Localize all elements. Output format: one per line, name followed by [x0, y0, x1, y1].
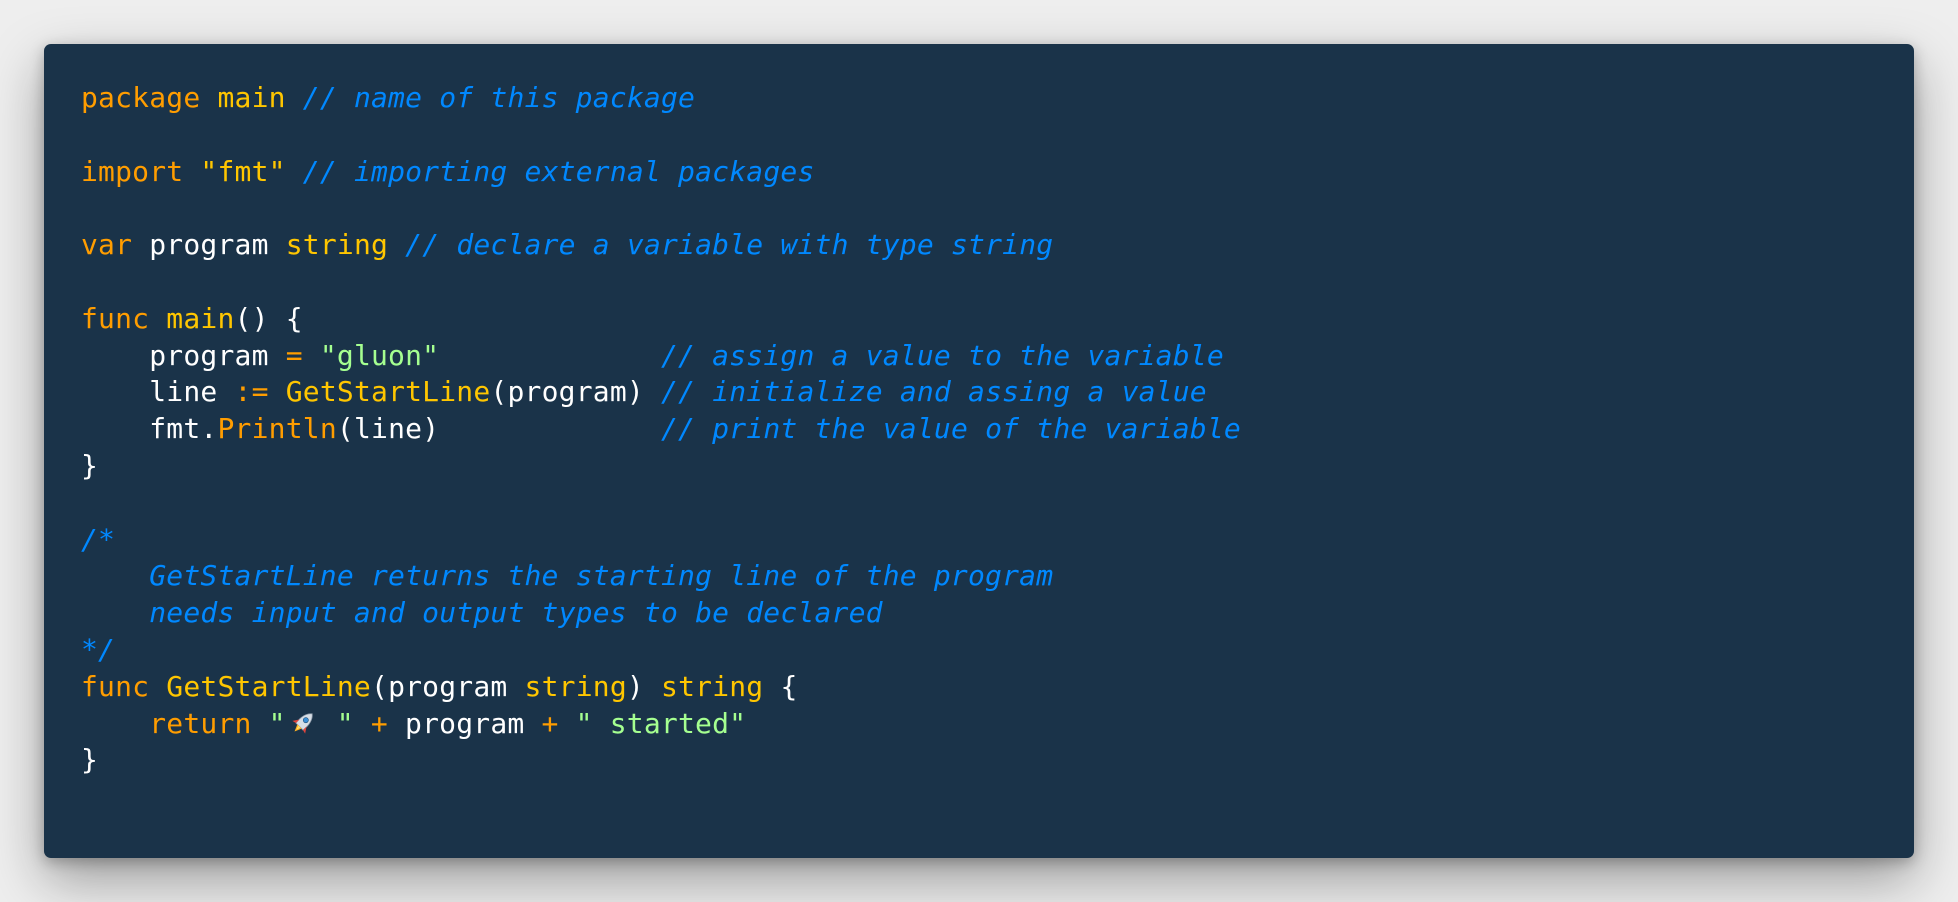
- comment-init: // initialize and assing a value: [661, 375, 1207, 409]
- operator-assign: =: [285, 338, 303, 372]
- code-line-8: program = "gluon" // assign a value to t…: [81, 338, 1241, 375]
- keyword-func: func: [81, 301, 150, 335]
- code-window: package main // name of this package impo…: [44, 44, 1914, 858]
- operator-short-assign: :=: [234, 375, 269, 409]
- paren-open: (: [371, 669, 389, 703]
- string-started: " started": [575, 706, 747, 740]
- param-type-string: string: [524, 669, 627, 703]
- brace-open: {: [780, 669, 798, 703]
- code-line-10: fmt.Println(line) // print the value of …: [81, 411, 1241, 448]
- comment-import: // importing external packages: [302, 154, 815, 188]
- code-line-19: }: [81, 742, 1241, 779]
- paren-open: (: [336, 412, 354, 446]
- block-comment-open: /*: [81, 522, 116, 556]
- paren-close: ): [626, 669, 644, 703]
- function-main: main: [166, 301, 235, 335]
- variable-line: line: [149, 375, 218, 409]
- package-name: main: [217, 81, 286, 114]
- argument-program: program: [507, 375, 627, 409]
- comment-package: // name of this package: [302, 81, 696, 114]
- code-line-9: line := GetStartLine(program) // initial…: [81, 374, 1241, 411]
- operator-plus: +: [370, 706, 388, 740]
- code-line-15: needs input and output types to be decla…: [81, 595, 1241, 632]
- comment-assign: // assign a value to the variable: [660, 338, 1224, 372]
- variable-program: program: [405, 706, 525, 740]
- comment-var: // declare a variable with type string: [405, 228, 1054, 262]
- paren-close: ): [422, 412, 440, 446]
- string-rocket-open-quote: ": [268, 706, 286, 740]
- variable-program: program: [149, 338, 269, 372]
- paren-close: ): [626, 375, 644, 409]
- argument-line: line: [353, 412, 423, 446]
- block-comment-line-2: needs input and output types to be decla…: [149, 596, 883, 630]
- keyword-func: func: [81, 669, 150, 703]
- paren-open: (: [490, 375, 508, 409]
- type-string: string: [285, 228, 389, 262]
- code-line-13: /*: [81, 522, 1241, 559]
- code-line-18: return " " + program + " started": [81, 706, 1241, 743]
- code-line-16: */: [81, 632, 1241, 669]
- dot: .: [200, 412, 218, 446]
- code-line-5: var program string // declare a variable…: [81, 227, 1241, 264]
- code-line-14: GetStartLine returns the starting line o…: [81, 558, 1241, 595]
- variable-program: program: [149, 228, 269, 262]
- keyword-import: import: [81, 154, 184, 188]
- import-path-string: "fmt": [200, 154, 286, 188]
- brace-close: }: [81, 743, 99, 777]
- main-parens-brace: () {: [234, 301, 303, 335]
- comment-print: // print the value of the variable: [661, 412, 1241, 446]
- call-println: Println: [217, 412, 337, 446]
- brace-close: }: [81, 448, 99, 482]
- code-block: package main // name of this package impo…: [81, 80, 1241, 779]
- code-line-3: import "fmt" // importing external packa…: [81, 154, 1241, 191]
- rocket-emoji-icon: [292, 712, 313, 734]
- string-gluon: "gluon": [319, 338, 440, 372]
- code-line-17: func GetStartLine(program string) string…: [81, 669, 1241, 706]
- keyword-return: return: [149, 706, 252, 740]
- keyword-package: package: [81, 81, 201, 114]
- block-comment-line-1: GetStartLine returns the starting line o…: [149, 559, 1054, 593]
- keyword-var: var: [81, 228, 133, 262]
- code-line-11: }: [81, 448, 1241, 485]
- package-fmt: fmt: [149, 412, 201, 446]
- function-getstartline: GetStartLine: [166, 669, 371, 703]
- param-program: program: [388, 669, 508, 703]
- code-line-1: package main // name of this package: [81, 80, 1241, 117]
- return-type-string: string: [661, 669, 764, 703]
- call-getstartline: GetStartLine: [285, 375, 491, 409]
- operator-plus: +: [541, 706, 559, 740]
- code-line-7: func main() {: [81, 301, 1241, 338]
- string-rocket-tail: ": [319, 706, 354, 740]
- block-comment-close: */: [81, 632, 116, 666]
